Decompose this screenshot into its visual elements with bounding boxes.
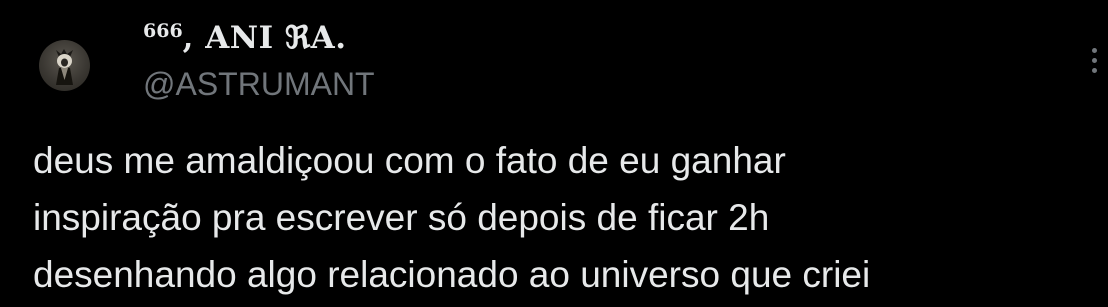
author-handle[interactable]: @ASTRUMANT bbox=[143, 66, 375, 103]
author-name-text: , ANI ℜA. bbox=[182, 20, 347, 56]
more-dot bbox=[1092, 58, 1097, 63]
more-dot bbox=[1092, 68, 1097, 73]
author-display-name[interactable]: 666, ANI ℜA. bbox=[143, 20, 347, 56]
more-dot bbox=[1092, 48, 1097, 53]
avatar-hooded-figure-icon bbox=[56, 49, 73, 85]
tweet-text: deus me amaldiçoou com o fato de eu ganh… bbox=[33, 140, 871, 295]
more-vertical-icon[interactable] bbox=[1085, 44, 1105, 78]
avatar[interactable] bbox=[39, 40, 90, 91]
author-name-superscript: 666 bbox=[143, 20, 183, 42]
tweet: 666, ANI ℜA. @ASTRUMANT deus me amaldiço… bbox=[0, 0, 1108, 307]
